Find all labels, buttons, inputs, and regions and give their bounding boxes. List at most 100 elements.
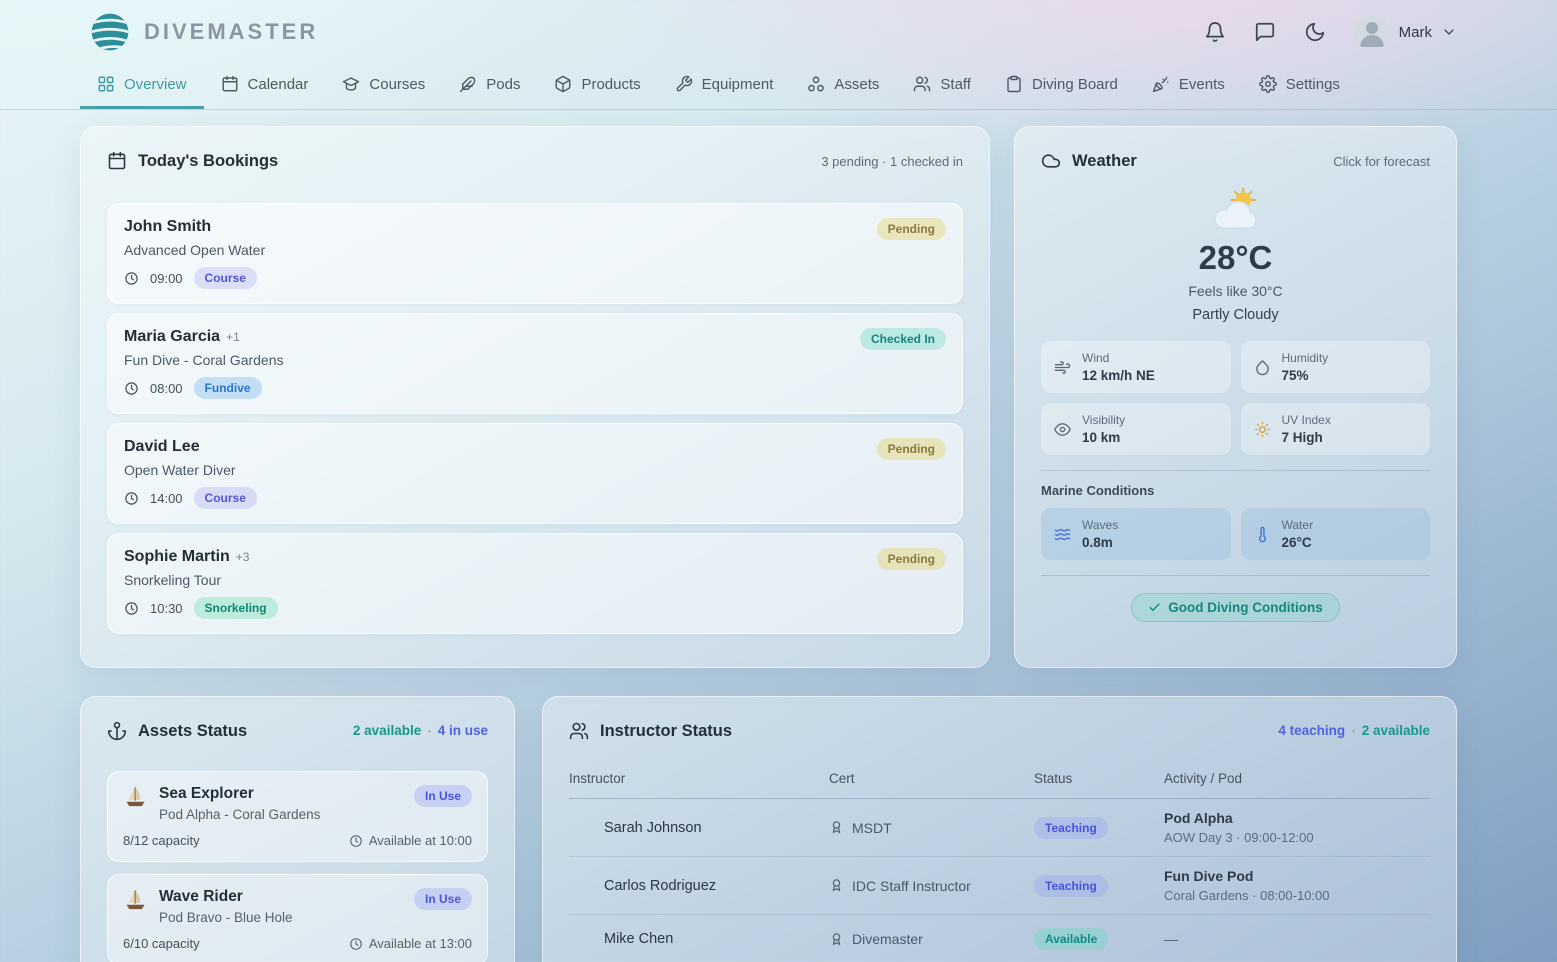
- clock-icon: [124, 491, 139, 506]
- dark-mode-moon-icon[interactable]: [1304, 21, 1326, 43]
- stat-value: 0.8m: [1082, 535, 1118, 550]
- divemaster-globe-icon: [88, 10, 132, 54]
- booking-activity: Open Water Diver: [124, 462, 257, 478]
- clock-icon: [349, 834, 363, 848]
- stat-value: 12 km/h NE: [1082, 368, 1155, 383]
- booking-item[interactable]: Maria Garcia+1 Fun Dive - Coral Gardens …: [107, 313, 963, 414]
- weather-temperature: 28°C: [1041, 239, 1430, 277]
- asset-item[interactable]: Sea Explorer Pod Alpha - Coral Gardens I…: [107, 771, 488, 862]
- cert-badge-icon: [829, 932, 844, 947]
- asset-item[interactable]: Wave Rider Pod Bravo - Blue Hole In Use …: [107, 874, 488, 962]
- users-icon: [569, 721, 589, 741]
- stat-label: Waves: [1082, 518, 1118, 532]
- booking-item[interactable]: John Smith Advanced Open Water 09:00 Cou…: [107, 203, 963, 304]
- stat-value: 7 High: [1282, 430, 1331, 445]
- tab-label: Settings: [1286, 76, 1340, 93]
- tab-label: Courses: [369, 76, 425, 93]
- weather-stat-wind: Wind 12 km/h NE: [1041, 341, 1231, 393]
- col-cert: Cert: [829, 771, 1034, 786]
- booking-status-badge: Pending: [877, 438, 946, 460]
- instructor-activity: —: [1164, 931, 1430, 947]
- booking-type-badge: Snorkeling: [194, 597, 278, 619]
- tab-calendar[interactable]: Calendar: [204, 64, 326, 109]
- tab-label: Pods: [486, 76, 520, 93]
- marine-conditions-title: Marine Conditions: [1041, 483, 1430, 498]
- booking-item[interactable]: David Lee Open Water Diver 14:00 Course …: [107, 423, 963, 524]
- tab-overview[interactable]: Overview: [80, 64, 204, 109]
- tab-equipment[interactable]: Equipment: [658, 64, 791, 109]
- weather-card[interactable]: Weather Click for forecast 28°C Feels li…: [1014, 126, 1457, 668]
- marine-stat-water: Water 26°C: [1241, 508, 1431, 560]
- asset-available-at: Available at 13:00: [369, 936, 472, 951]
- booking-item[interactable]: Sophie Martin+3 Snorkeling Tour 10:30 Sn…: [107, 533, 963, 634]
- asset-name: Wave Rider: [159, 888, 293, 906]
- instructor-status-badge: Teaching: [1034, 817, 1108, 839]
- instructors-title-row: Instructor Status: [569, 721, 732, 741]
- tab-courses[interactable]: Courses: [325, 64, 442, 109]
- weather-forecast-hint: Click for forecast: [1333, 154, 1430, 169]
- tab-label: Products: [581, 76, 640, 93]
- user-name: Mark: [1399, 24, 1432, 41]
- col-instructor: Instructor: [569, 771, 829, 786]
- marine-stats: Waves 0.8m Water 26°C: [1041, 508, 1430, 560]
- tab-settings[interactable]: Settings: [1242, 64, 1357, 109]
- booking-status-badge: Pending: [877, 218, 946, 240]
- booking-list: John Smith Advanced Open Water 09:00 Cou…: [107, 203, 963, 634]
- tab-events[interactable]: Events: [1135, 64, 1242, 109]
- stat-value: 10 km: [1082, 430, 1125, 445]
- tab-label: Staff: [940, 76, 971, 93]
- tab-label: Assets: [834, 76, 879, 93]
- instructor-row: Carlos Rodriguez IDC Staff Instructor Te…: [569, 857, 1430, 915]
- tab-pods[interactable]: Pods: [442, 64, 537, 109]
- clock-icon: [349, 937, 363, 951]
- instructor-name: Sarah Johnson: [569, 820, 829, 836]
- top-bar: DIVEMASTER Mark: [0, 0, 1557, 64]
- assets-in-use-count: 4 in use: [438, 723, 488, 738]
- sailboat-icon: [123, 785, 148, 810]
- weather-feels-like: Feels like 30°C: [1041, 283, 1430, 299]
- asset-name: Sea Explorer: [159, 785, 320, 803]
- diving-conditions-label: Good Diving Conditions: [1168, 600, 1322, 615]
- user-menu[interactable]: Mark: [1354, 14, 1457, 50]
- booking-type-badge: Course: [194, 487, 257, 509]
- tab-diving-board[interactable]: Diving Board: [988, 64, 1135, 109]
- asset-location: Pod Bravo - Blue Hole: [159, 910, 293, 925]
- booking-activity: Fun Dive - Coral Gardens: [124, 352, 284, 368]
- main-nav: Overview Calendar Courses Pods Products …: [0, 64, 1557, 110]
- separator-dot: ·: [427, 723, 432, 738]
- booking-name: John Smith: [124, 218, 211, 235]
- weather-title: Weather: [1072, 152, 1137, 171]
- cert-badge-icon: [829, 820, 844, 835]
- notifications-bell-icon[interactable]: [1204, 21, 1226, 43]
- messages-chat-icon[interactable]: [1254, 21, 1276, 43]
- assets-counts: 2 available·4 in use: [353, 722, 488, 740]
- anchor-icon: [107, 721, 127, 741]
- bookings-title: Today's Bookings: [138, 152, 278, 171]
- calendar-icon: [107, 151, 127, 171]
- thermometer-icon: [1254, 526, 1271, 543]
- instructor-name: Mike Chen: [569, 931, 829, 947]
- booking-type-badge: Course: [194, 267, 257, 289]
- instructors-title: Instructor Status: [600, 722, 732, 741]
- stat-label: Humidity: [1282, 351, 1329, 365]
- stat-label: Water: [1282, 518, 1314, 532]
- tab-label: Calendar: [248, 76, 309, 93]
- booking-guests: +1: [226, 330, 240, 344]
- instructors-available-count: 2 available: [1362, 723, 1430, 738]
- col-activity-pod: Activity / Pod: [1164, 771, 1430, 786]
- tab-products[interactable]: Products: [537, 64, 657, 109]
- instructor-name: Carlos Rodriguez: [569, 878, 829, 894]
- divider: [1041, 470, 1430, 471]
- booking-name: Maria Garcia: [124, 328, 220, 345]
- weather-title-row: Weather: [1041, 151, 1137, 171]
- asset-capacity: 6/10 capacity: [123, 936, 200, 951]
- weather-stat-uv-index: UV Index 7 High: [1241, 403, 1431, 455]
- divider: [1041, 575, 1430, 576]
- weather-condition: Partly Cloudy: [1041, 307, 1430, 323]
- tab-assets[interactable]: Assets: [790, 64, 896, 109]
- stat-label: UV Index: [1282, 413, 1331, 427]
- wind-icon: [1054, 359, 1071, 376]
- tab-staff[interactable]: Staff: [896, 64, 988, 109]
- tab-label: Diving Board: [1032, 76, 1118, 93]
- instructor-activity-detail: Coral Gardens · 08:00-10:00: [1164, 888, 1430, 903]
